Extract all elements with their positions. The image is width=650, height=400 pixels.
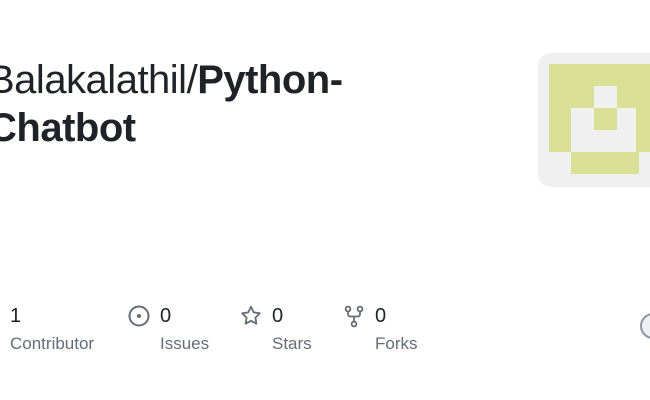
contributors-count: 1: [10, 304, 22, 327]
forks-count: 0: [375, 304, 387, 327]
star-icon: [239, 304, 263, 328]
contributors-label: Contributor: [10, 334, 95, 353]
stars-label: Stars: [272, 334, 312, 353]
repo-identicon: [538, 53, 650, 187]
repo-owner[interactable]: Balakalathil/: [0, 58, 198, 102]
stat-contributors[interactable]: 1 Contributor: [10, 301, 94, 354]
repo-title: Balakalathil/Python- Chatbot: [0, 56, 508, 152]
issues-count: 0: [160, 304, 172, 327]
issues-label: Issues: [160, 334, 210, 353]
repo-stats: 1 Contributor 0 Issues 0 Stars 0 Forks: [0, 301, 650, 361]
fork-icon: [342, 304, 366, 328]
stars-count: 0: [272, 304, 284, 327]
issue-circle-icon: [127, 304, 151, 328]
stat-issues[interactable]: 0 Issues: [127, 301, 209, 354]
forks-label: Forks: [375, 334, 418, 353]
stat-stars[interactable]: 0 Stars: [239, 301, 312, 354]
stat-forks[interactable]: 0 Forks: [342, 301, 418, 354]
